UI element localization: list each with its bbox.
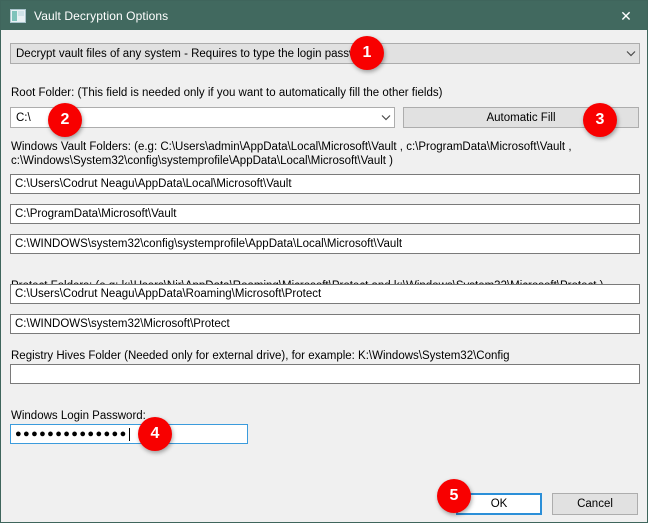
- annotation-badge-4: 4: [138, 417, 172, 451]
- decryption-mode-value: Decrypt vault files of any system - Requ…: [16, 47, 374, 60]
- automatic-fill-label: Automatic Fill: [486, 111, 556, 124]
- close-icon[interactable]: ✕: [603, 1, 647, 30]
- registry-hives-label: Registry Hives Folder (Needed only for e…: [11, 350, 510, 362]
- annotation-badge-5: 5: [437, 479, 471, 513]
- protect-folder-input-1[interactable]: C:\Users\Codrut Neagu\AppData\Roaming\Mi…: [10, 284, 640, 304]
- window-title: Vault Decryption Options: [34, 8, 169, 23]
- chevron-down-icon: [622, 50, 639, 57]
- root-folder-label: Root Folder: (This field is needed only …: [11, 87, 443, 99]
- vault-decryption-options-dialog: Vault Decryption Options ✕ Decrypt vault…: [0, 0, 648, 523]
- annotation-badge-2: 2: [48, 103, 82, 137]
- icon-pane-right: [18, 10, 24, 16]
- annotation-badge-1: 1: [350, 36, 384, 70]
- vault-folders-label-line2: c:\Windows\System32\config\systemprofile…: [11, 155, 393, 167]
- registry-hives-input[interactable]: [10, 364, 640, 384]
- vault-folder-input-1[interactable]: C:\Users\Codrut Neagu\AppData\Local\Micr…: [10, 174, 640, 194]
- annotation-badge-3: 3: [583, 103, 617, 137]
- app-window-icon: [10, 8, 26, 23]
- text-caret: [128, 427, 130, 441]
- password-label: Windows Login Password:: [11, 410, 146, 422]
- password-value: ●●●●●●●●●●●●●●: [15, 428, 128, 440]
- decryption-mode-combobox[interactable]: Decrypt vault files of any system - Requ…: [10, 43, 640, 64]
- vault-folders-label-line1: Windows Vault Folders: (e.g: C:\Users\ad…: [11, 141, 572, 153]
- title-bar: Vault Decryption Options ✕: [1, 1, 647, 30]
- protect-folder-input-2[interactable]: C:\WINDOWS\system32\Microsoft\Protect: [10, 314, 640, 334]
- ok-label: OK: [490, 498, 508, 510]
- chevron-down-icon: [377, 114, 394, 121]
- vault-folder-input-2[interactable]: C:\ProgramData\Microsoft\Vault: [10, 204, 640, 224]
- cancel-label: Cancel: [577, 498, 613, 510]
- password-input[interactable]: ●●●●●●●●●●●●●●: [10, 424, 248, 444]
- icon-pane-left: [12, 10, 17, 21]
- vault-folder-input-3[interactable]: C:\WINDOWS\system32\config\systemprofile…: [10, 234, 640, 254]
- dialog-body: Decrypt vault files of any system - Requ…: [1, 30, 647, 522]
- cancel-button[interactable]: Cancel: [552, 493, 638, 515]
